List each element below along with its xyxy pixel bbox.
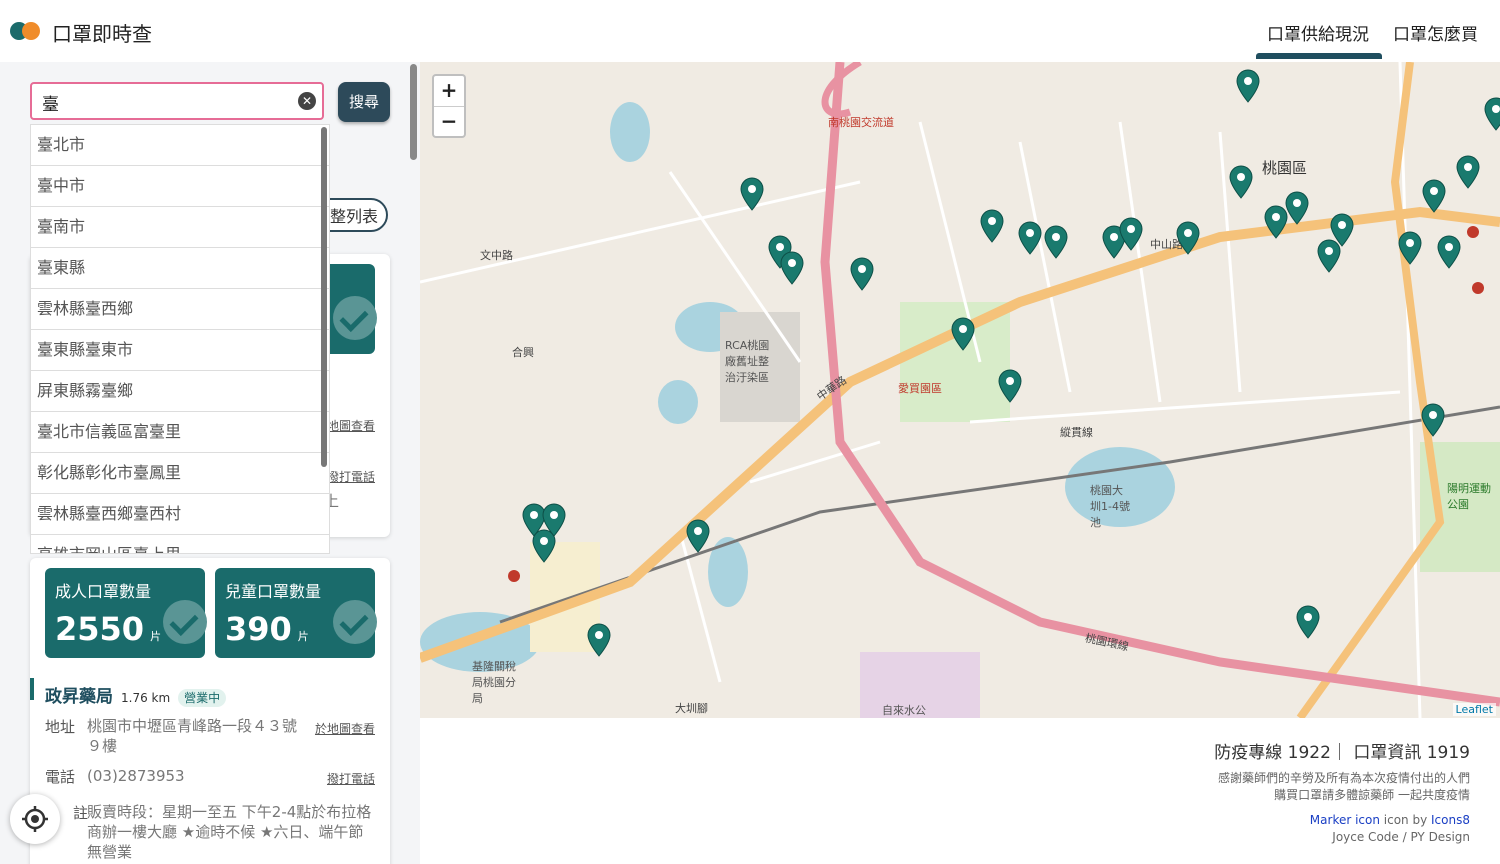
hospital-icon [508, 570, 520, 582]
map-pin-icon[interactable] [1176, 221, 1200, 255]
autocomplete-item[interactable]: 屏東縣霧臺鄉 [31, 371, 329, 412]
autocomplete-item[interactable]: 臺東縣臺東市 [31, 330, 329, 371]
map-pin-icon[interactable] [1119, 217, 1143, 251]
name-accent-bar [30, 678, 34, 700]
sidebar: ✕ 搜尋 整列表 地圖查看 撥打電話 上 臺北市 臺中市 臺南市 臺東縣 雲林縣… [0, 62, 420, 864]
design-credit: Joyce Code / PY Design [1332, 830, 1470, 844]
app-header: 口罩即時查 口罩供給現況 口罩怎麼買 [0, 0, 1500, 62]
map-pin-icon[interactable] [980, 209, 1004, 243]
call-link[interactable]: 撥打電話 [327, 468, 375, 485]
address-row: 地址 桃園市中壢區青峰路一段４３號９樓 [45, 716, 302, 756]
hotline-text: 防疫專線 1922｜ 口罩資訊 1919 [1214, 743, 1470, 763]
map-pin-icon[interactable] [1421, 403, 1445, 437]
map-pin-icon[interactable] [1296, 605, 1320, 639]
pharmacy-name: 政昇藥局 1.76 km 營業中 [45, 682, 227, 707]
status-badge: 營業中 [178, 689, 227, 707]
crosshair-icon [22, 806, 48, 832]
sidebar-scrollbar[interactable] [410, 64, 417, 160]
search-box: ✕ [30, 82, 324, 120]
zoom-control: + − [432, 74, 466, 138]
autocomplete-item[interactable]: 臺東縣 [31, 248, 329, 289]
marker-icon-link[interactable]: Marker icon [1310, 813, 1380, 827]
autocomplete-scrollbar[interactable] [321, 127, 327, 467]
map-pin-icon[interactable] [532, 529, 556, 563]
zoom-out-button[interactable]: − [434, 107, 464, 137]
autocomplete-item[interactable]: 臺北市 [31, 125, 329, 166]
map-pin-icon[interactable] [780, 251, 804, 285]
map-pin-icon[interactable] [1456, 155, 1480, 189]
map-pin-icon[interactable] [850, 257, 874, 291]
zoom-in-button[interactable]: + [434, 76, 464, 107]
footer: 防疫專線 1922｜ 口罩資訊 1919 感謝藥師們的辛勞及所有為本次疫情付出的… [420, 718, 1500, 864]
map-attribution[interactable]: Leaflet [1452, 703, 1496, 716]
hospital-icon [1472, 282, 1484, 294]
map-pin-icon[interactable] [587, 623, 611, 657]
phone-row: 電話 (03)2873953 [45, 766, 302, 787]
autocomplete-item[interactable]: 高雄市岡山區臺上里 [31, 535, 329, 553]
nav-supply-status[interactable]: 口罩供給現況 [1267, 20, 1369, 45]
search-button[interactable]: 搜尋 [338, 82, 390, 122]
thanks-text: 感謝藥師們的辛勞及所有為本次疫情付出的人們 購買口罩請多體諒藥師 一起共度疫情 [1217, 771, 1470, 802]
phone-value: (03)2873953 [87, 767, 185, 785]
adult-mask-count: 2550 片 [55, 610, 162, 648]
map-pin-icon[interactable] [1264, 205, 1288, 239]
autocomplete-item[interactable]: 臺南市 [31, 207, 329, 248]
map-pin-icon[interactable] [1398, 231, 1422, 265]
hospital-icon [1467, 226, 1479, 238]
logo [10, 22, 42, 40]
map-pin-icon[interactable] [998, 369, 1022, 403]
map-pin-icon[interactable] [1437, 235, 1461, 269]
pharmacy-card-2: 成人口罩數量 2550 片 兒童口罩數量 390 片 政昇藥局 1.76 km 營業中 … [30, 558, 390, 864]
note-row: 註販賣時段：星期一至五 下午2-4點於布拉格商辦一樓大廳 ★逾時不候 ★六日、端… [73, 803, 372, 861]
map-pin-icon[interactable] [740, 177, 764, 211]
map-pin-icon[interactable] [1422, 179, 1446, 213]
map-pin-icon[interactable] [1229, 165, 1253, 199]
app-title: 口罩即時查 [52, 22, 152, 46]
map-pin-icon[interactable] [1018, 221, 1042, 255]
view-on-map-link[interactable]: 地圖查看 [327, 417, 375, 434]
autocomplete-item[interactable]: 雲林縣臺西鄉 [31, 289, 329, 330]
note-value: 販賣時段：星期一至五 下午2-4點於布拉格商辦一樓大廳 ★逾時不候 ★六日、端午… [87, 803, 372, 861]
view-on-map-link[interactable]: 於地圖查看 [315, 720, 375, 737]
check-icon [333, 296, 377, 340]
locate-me-button[interactable] [10, 794, 60, 844]
autocomplete-item[interactable]: 彰化縣彰化市臺鳳里 [31, 453, 329, 494]
adult-mask-label: 成人口罩數量 [55, 582, 152, 601]
autocomplete-item[interactable]: 臺北市信義區富臺里 [31, 412, 329, 453]
check-icon [163, 600, 207, 644]
map-pin-icon[interactable] [1484, 97, 1500, 131]
autocomplete-dropdown: 臺北市 臺中市 臺南市 臺東縣 雲林縣臺西鄉 臺東縣臺東市 屏東縣霧臺鄉 臺北市… [30, 124, 330, 554]
address-value: 桃園市中壢區青峰路一段４３號９樓 [87, 717, 298, 755]
adult-mask-tile: 成人口罩數量 2550 片 [45, 568, 207, 658]
child-mask-tile: 兒童口罩數量 390 片 [215, 568, 377, 658]
child-mask-count: 390 片 [225, 610, 309, 648]
search-input[interactable] [40, 90, 294, 114]
nav-how-to-buy[interactable]: 口罩怎麼買 [1393, 20, 1478, 45]
distance: 1.76 km [121, 691, 171, 705]
call-link[interactable]: 撥打電話 [327, 770, 375, 787]
map-pin-icon[interactable] [1236, 69, 1260, 103]
check-icon [333, 600, 377, 644]
map[interactable]: 桃園區 中山路 中華路 桃園環線 縱貫線 南桃園交流道 RCA桃園廠舊址整治汙染… [420, 62, 1500, 718]
map-pin-icon[interactable] [686, 519, 710, 553]
nav-active-indicator [1256, 53, 1382, 59]
icons8-link[interactable]: Icons8 [1431, 813, 1470, 827]
autocomplete-item[interactable]: 雲林縣臺西鄉臺西村 [31, 494, 329, 535]
map-pin-icon[interactable] [951, 317, 975, 351]
autocomplete-item[interactable]: 臺中市 [31, 166, 329, 207]
map-pin-icon[interactable] [1044, 225, 1068, 259]
pharmacy-markers [508, 69, 1500, 657]
credits: Marker icon icon by Icons8 Joyce Code / … [1309, 813, 1470, 844]
map-pin-icon[interactable] [1317, 239, 1341, 273]
child-mask-label: 兒童口罩數量 [225, 582, 322, 601]
clear-icon[interactable]: ✕ [298, 92, 316, 110]
map-pin-icon[interactable] [1285, 191, 1309, 225]
